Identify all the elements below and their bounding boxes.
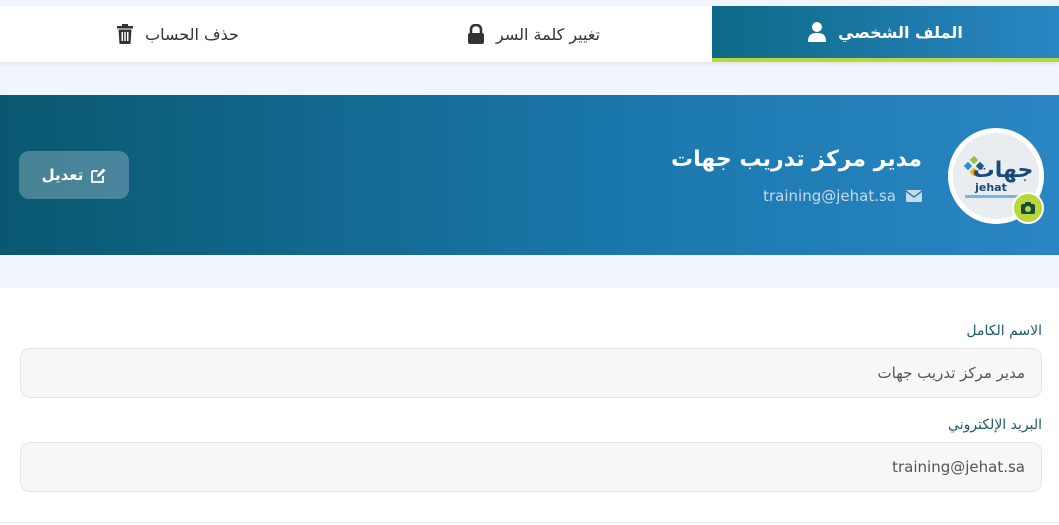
account-tabs: الملف الشخصي تغيير كلمة السر حذف الحساب <box>0 6 1059 62</box>
change-photo-button[interactable] <box>1012 192 1044 224</box>
user-icon <box>808 22 827 42</box>
avatar-container: جهات jehat <box>948 128 1044 224</box>
email-label: البريد الإلكتروني <box>948 417 1042 433</box>
svg-text:جهات: جهات <box>973 158 1034 183</box>
tab-change-password-label: تغيير كلمة السر <box>496 24 600 44</box>
full-name-input[interactable] <box>20 348 1042 398</box>
edit-icon <box>91 168 106 183</box>
profile-form: الاسم الكامل البريد الإلكتروني <box>0 288 1059 525</box>
edit-profile-label: تعديل <box>41 166 84 184</box>
tab-profile[interactable]: الملف الشخصي <box>712 6 1059 62</box>
profile-banner: جهات jehat مدير مركز تدريب جهات training… <box>0 95 1059 255</box>
profile-email-line: training@jehat.sa <box>763 187 922 205</box>
edit-profile-button[interactable]: تعديل <box>19 151 129 199</box>
camera-icon <box>1021 202 1035 214</box>
envelope-icon <box>906 190 922 202</box>
tab-change-password[interactable]: تغيير كلمة السر <box>356 6 712 62</box>
full-name-label: الاسم الكامل <box>966 323 1042 339</box>
svg-text:jehat: jehat <box>974 181 1007 194</box>
email-input[interactable] <box>20 442 1042 492</box>
trash-icon <box>117 24 134 44</box>
tab-profile-label: الملف الشخصي <box>838 22 963 42</box>
tab-delete-account-label: حذف الحساب <box>145 24 239 44</box>
profile-name: مدير مركز تدريب جهات <box>671 147 922 172</box>
profile-email: training@jehat.sa <box>763 187 896 205</box>
lock-icon <box>468 24 484 44</box>
tab-delete-account[interactable]: حذف الحساب <box>0 6 356 62</box>
divider <box>0 522 1059 523</box>
